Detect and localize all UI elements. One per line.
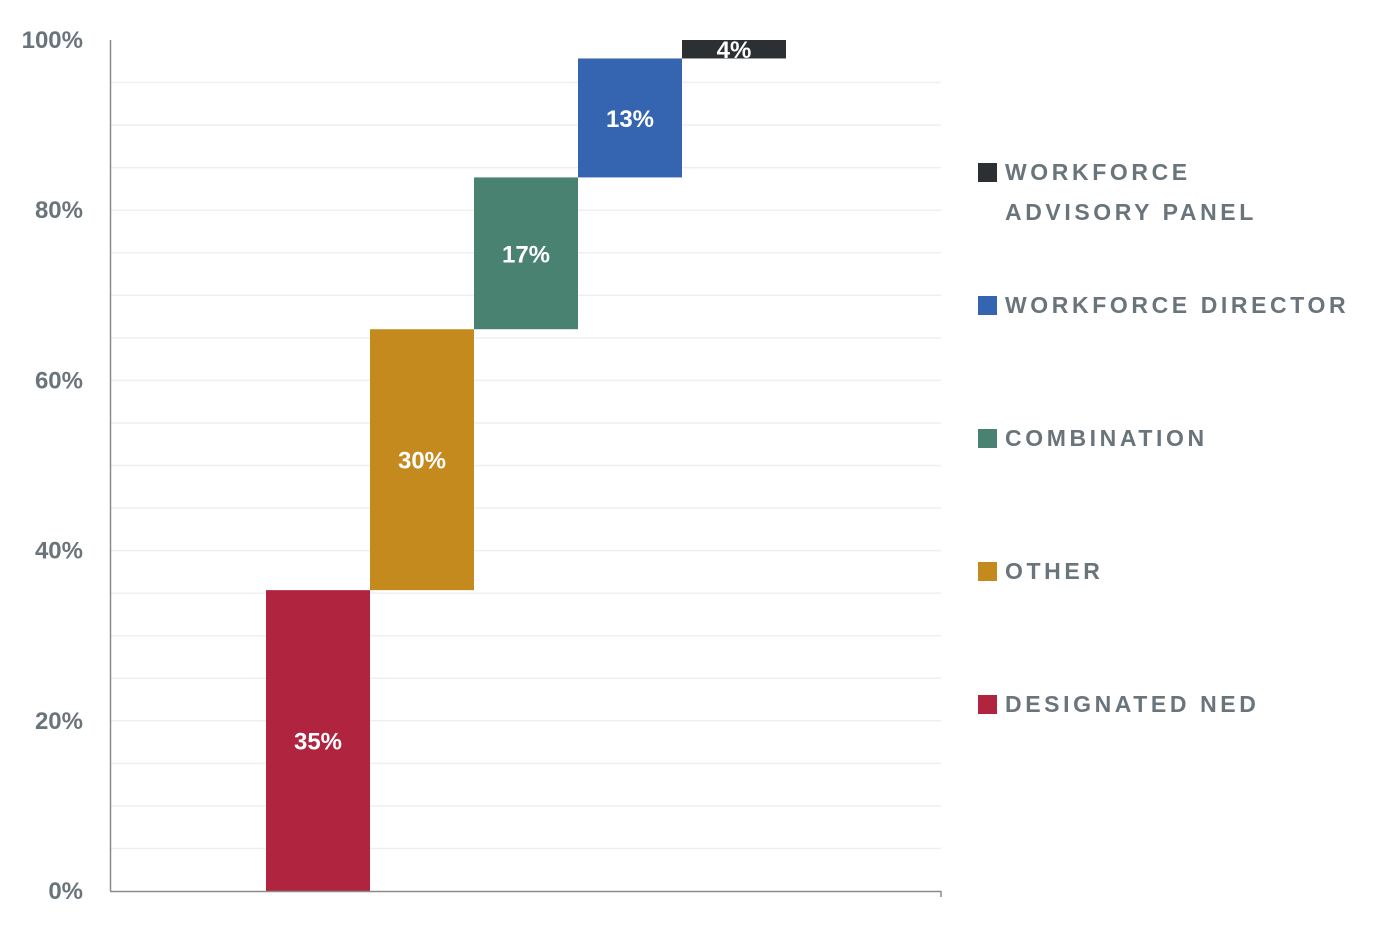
legend-item: WORKFORCE ADVISORY PANEL (978, 159, 1385, 232)
bar-value-label: 17% (502, 241, 550, 268)
y-tick-label: 20% (35, 708, 83, 735)
y-tick-label: 60% (35, 367, 83, 394)
bar-value-label: 30% (398, 448, 446, 475)
y-tick-label: 40% (35, 538, 83, 565)
axes (109, 40, 942, 897)
y-tick-labels: 0% 20% 40% 60% 80% 100% (22, 27, 83, 905)
bar-value-label: 13% (606, 106, 654, 133)
legend-swatch (978, 429, 997, 448)
legend-item: WORKFORCE DIRECTOR (978, 292, 1385, 325)
y-tick-label: 100% (22, 27, 83, 54)
y-tick-label: 80% (35, 197, 83, 224)
bar-value-label: 4% (717, 37, 752, 64)
legend-swatch (978, 562, 997, 581)
legend-item: OTHER (978, 558, 1385, 591)
legend-label: COMBINATION (1005, 425, 1208, 451)
legend-label: OTHER (1005, 558, 1104, 584)
waterfall-chart: 0% 20% 40% 60% 80% 100% 35% 30% 17% 13% 4% (22, 27, 942, 905)
y-tick-label: 0% (48, 878, 83, 905)
legend-item: DESIGNATED NED (978, 691, 1385, 724)
legend-item: COMBINATION (978, 425, 1385, 458)
legend-label: WORKFORCE DIRECTOR (1005, 292, 1350, 318)
legend-swatch (978, 695, 997, 714)
legend-label: WORKFORCE ADVISORY PANEL (1005, 159, 1257, 225)
legend-swatch (978, 296, 997, 315)
legend-label: DESIGNATED NED (1005, 691, 1260, 717)
legend-swatch (978, 163, 997, 182)
bar-value-label: 35% (294, 729, 342, 756)
